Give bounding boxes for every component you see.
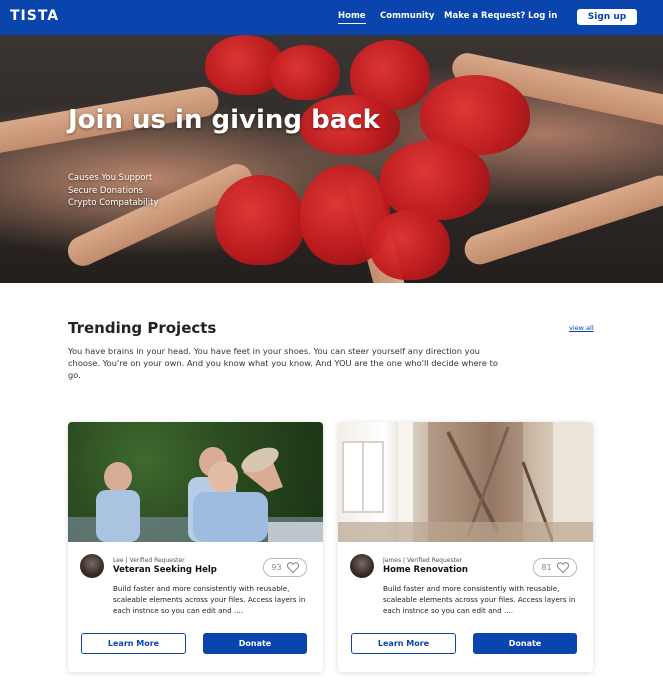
- requester-label: James | Verified Requester: [383, 557, 463, 564]
- signup-button[interactable]: Sign up: [577, 9, 637, 25]
- like-count: 81: [541, 563, 552, 572]
- donate-button[interactable]: Donate: [203, 633, 307, 654]
- like-button[interactable]: 81: [533, 558, 577, 577]
- learn-more-button[interactable]: Learn More: [81, 633, 186, 654]
- project-image[interactable]: [68, 422, 323, 542]
- hero-hand: [370, 210, 450, 280]
- hero-title: Join us in giving back: [68, 105, 380, 135]
- section-title: Trending Projects: [68, 319, 217, 337]
- hero-banner: Join us in giving back Causes You Suppor…: [0, 35, 663, 283]
- heart-icon: [556, 562, 569, 573]
- project-description: Build faster and more consistently with …: [113, 584, 306, 615]
- project-title[interactable]: Home Renovation: [383, 565, 468, 575]
- view-all-link[interactable]: view all: [569, 324, 594, 332]
- veteran-photo-illustration: [68, 447, 323, 542]
- nav-link-home[interactable]: Home: [338, 11, 366, 24]
- donate-button[interactable]: Donate: [473, 633, 577, 654]
- top-nav: TISTA Home Community Make a Request? Log…: [0, 0, 663, 35]
- hero-hand: [215, 175, 305, 265]
- like-count: 93: [271, 563, 282, 572]
- learn-more-button[interactable]: Learn More: [351, 633, 456, 654]
- requester-label: Lee | Verified Requester: [113, 557, 185, 564]
- hero-hand: [380, 140, 490, 220]
- like-button[interactable]: 93: [263, 558, 307, 577]
- heart-icon: [286, 562, 299, 573]
- nav-link-login[interactable]: Log in: [528, 11, 557, 21]
- project-image[interactable]: [338, 422, 593, 542]
- hero-feature: Secure Donations: [68, 185, 143, 196]
- nav-link-community[interactable]: Community: [380, 11, 434, 21]
- avatar[interactable]: [80, 554, 104, 578]
- avatar[interactable]: [350, 554, 374, 578]
- hero-feature: Causes You Support: [68, 173, 153, 183]
- section-description: You have brains in your head. You have f…: [68, 346, 498, 380]
- hero-feature-list: Causes You Support Secure Donations Cryp…: [68, 172, 159, 210]
- hero-hand: [270, 45, 340, 100]
- nav-link-make-request[interactable]: Make a Request?: [444, 11, 525, 21]
- hero-arm: [460, 171, 663, 269]
- project-title[interactable]: Veteran Seeking Help: [113, 565, 217, 575]
- project-card[interactable]: James | Verified Requester Home Renovati…: [338, 422, 593, 672]
- renovation-photo-illustration: [338, 422, 593, 542]
- project-description: Build faster and more consistently with …: [383, 584, 576, 615]
- project-card[interactable]: Lee | Verified Requester Veteran Seeking…: [68, 422, 323, 672]
- hero-feature: Crypto Compatability: [68, 198, 159, 208]
- logo[interactable]: TISTA: [10, 8, 59, 24]
